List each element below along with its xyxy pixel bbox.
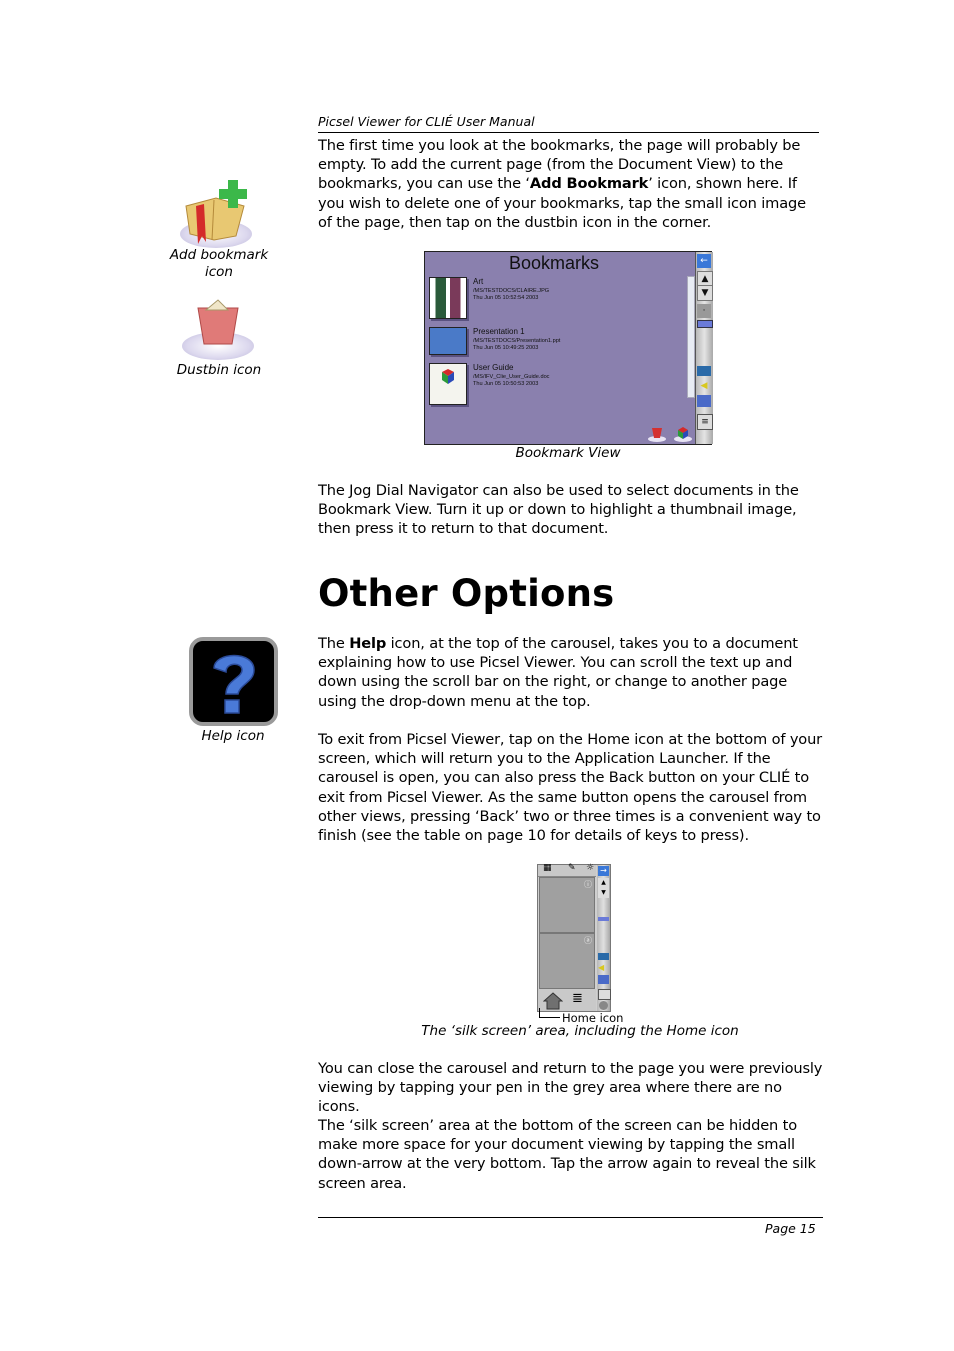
paragraph-help: The Help icon, at the top of the carouse…	[318, 634, 823, 711]
power-icon[interactable]	[697, 395, 711, 407]
bookmark-name: Presentation 1	[473, 327, 525, 336]
bookmark-item[interactable]: User Guide /MS/IFV_Clie_User_Guide.doc T…	[429, 363, 689, 411]
window-icon[interactable]	[598, 953, 609, 960]
scroll-up-icon[interactable]: ▲	[598, 878, 609, 888]
picsel-home-button[interactable]	[673, 424, 693, 442]
paragraph-bookmarks-intro: The first time you look at the bookmarks…	[318, 136, 823, 232]
bookmark-date: Thu Jun 05 10:49:25 2003	[473, 345, 539, 351]
back-arrow-icon[interactable]: ←	[697, 254, 711, 268]
paragraph-silk-screen: The ‘silk screen’ area at the bottom of …	[318, 1117, 816, 1192]
window-icon[interactable]	[697, 366, 711, 376]
add-bookmark-term: Add Bookmark	[529, 175, 649, 193]
paragraph-close-carousel: You can close the carousel and return to…	[318, 1060, 823, 1116]
bookmark-date: Thu Jun 05 10:50:53 2003	[473, 381, 539, 387]
menu-icon[interactable]: ≡	[697, 414, 713, 430]
home-icon-leader-line	[539, 1008, 560, 1018]
question-mark-icon	[212, 654, 255, 714]
help-caption: Help icon	[201, 728, 265, 744]
bookmark-view-screenshot: Bookmarks Art /MS/TESTDOCS/CLAIRE.JPG Th…	[424, 251, 713, 445]
bookmarks-title: Bookmarks	[509, 253, 600, 273]
silk-screen-screenshot: ▦ ✎ ☼ ⓘ ⓐ ≣ → ▲ ▼ ◀	[537, 863, 611, 1012]
dustbin-button[interactable]	[647, 424, 667, 442]
forward-arrow-icon[interactable]: →	[598, 866, 609, 876]
text: icon, at the top of the carousel, takes …	[318, 635, 798, 710]
art-thumbnail[interactable]	[429, 277, 467, 319]
add-bookmark-icon	[176, 176, 256, 252]
graffiti-number-area[interactable]: ⓐ	[539, 933, 595, 989]
menu-small-icon[interactable]	[598, 989, 611, 1000]
carousel-side-bar: → ▲ ▼ ◀	[597, 865, 611, 1011]
keyboard-icon[interactable]: ▦	[543, 863, 552, 873]
bookmark-path: /MS/IFV_Clie_User_Guide.doc	[473, 374, 550, 380]
carousel-side-bar: ← ▲ ▼ · ◀ ≡	[695, 252, 713, 444]
book-icon	[185, 180, 247, 244]
section-heading: Other Options	[318, 572, 615, 615]
paragraph-jog-dial: The Jog Dial Navigator can also be used …	[318, 482, 799, 538]
bookmark-item[interactable]: Art /MS/TESTDOCS/CLAIRE.JPG Thu Jun 05 1…	[429, 277, 689, 325]
bookmarks-scrollbar[interactable]	[687, 276, 695, 398]
clock-icon[interactable]: ·	[697, 304, 711, 318]
bookmark-date: Thu Jun 05 10:52:54 2003	[473, 295, 539, 301]
battery-icon	[598, 917, 609, 921]
power-icon[interactable]	[598, 975, 609, 984]
footer-divider	[318, 1217, 823, 1218]
help-icon	[189, 637, 278, 726]
number-mode-icon: ⓐ	[584, 936, 592, 945]
menu-icon[interactable]: ≣	[572, 991, 583, 1006]
picsel-logo-icon	[442, 369, 454, 384]
trash-bin-icon	[648, 428, 666, 442]
header-divider	[318, 132, 819, 133]
graffiti-letter-area[interactable]: ⓘ	[539, 877, 595, 933]
settings-icon[interactable]: ☼	[586, 863, 594, 873]
dustbin-caption: Dustbin icon	[176, 362, 262, 378]
bookmark-name: Art	[473, 277, 484, 286]
find-icon[interactable]: ✎	[568, 863, 576, 873]
add-bookmark-caption: Add bookmark icon	[169, 247, 269, 280]
dustbin-icon	[180, 296, 256, 362]
bookmark-path: /MS/TESTDOCS/Presentation1.ppt	[473, 338, 561, 344]
letter-mode-icon: ⓘ	[584, 880, 592, 889]
silk-top-bar: ▦ ✎ ☼	[538, 863, 596, 877]
help-term: Help	[349, 635, 387, 652]
bookmark-view-caption: Bookmark View	[515, 445, 621, 461]
scroll-down-icon[interactable]: ▼	[697, 285, 713, 301]
bookmark-name: User Guide	[473, 363, 514, 372]
paragraph-exit: To exit from Picsel Viewer, tap on the H…	[318, 731, 823, 845]
user-guide-thumbnail[interactable]	[429, 363, 467, 405]
battery-icon	[697, 320, 713, 328]
running-header: Picsel Viewer for CLIÉ User Manual	[318, 114, 535, 129]
trash-bin-icon	[197, 299, 239, 345]
presentation-thumbnail[interactable]	[429, 327, 467, 355]
scroll-down-icon[interactable]: ▼	[598, 888, 609, 898]
speaker-icon[interactable]: ◀	[598, 963, 609, 972]
text: The	[318, 635, 350, 652]
down-arrow-toggle-icon[interactable]	[599, 1001, 608, 1010]
picsel-logo-icon	[674, 427, 692, 442]
bookmark-path: /MS/TESTDOCS/CLAIRE.JPG	[473, 288, 550, 294]
silk-screen-caption: The ‘silk screen’ area, including the Ho…	[421, 1023, 739, 1039]
page-number: Page 15	[765, 1221, 816, 1236]
speaker-icon[interactable]: ◀	[697, 379, 711, 393]
